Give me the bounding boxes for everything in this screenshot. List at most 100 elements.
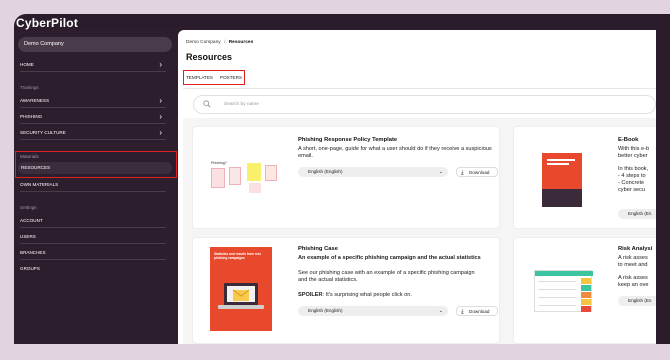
card-description-line: to meet and	[618, 262, 648, 268]
chevron-down-icon: ⌄	[438, 169, 443, 175]
sidebar-item-branches[interactable]: BRANCHES	[20, 246, 166, 260]
phishing-case-thumbnail: Statistics and results from real phishin…	[210, 247, 272, 331]
thumbnail-cell	[581, 299, 591, 305]
card-spoiler: SPOILER: It's surprising what people cli…	[298, 292, 498, 299]
thumbnail-cell	[581, 292, 591, 298]
laptop-envelope-icon	[218, 283, 264, 309]
spoiler-label: SPOILER	[298, 292, 323, 298]
thumbnail-line	[538, 289, 576, 290]
breadcrumb-parent[interactable]: Demo Company	[186, 40, 221, 45]
language-select-value: English (English)	[308, 308, 343, 313]
card-description-line: cyber secu	[618, 187, 646, 193]
sidebar-item-label: PHISHING	[20, 114, 43, 119]
chevron-right-icon: ›	[159, 96, 162, 105]
thumbnail-header	[535, 271, 593, 276]
resource-card-phishing-case: Statistics and results from real phishin…	[192, 237, 500, 344]
breadcrumb: Demo Company / Resources	[186, 40, 253, 45]
download-label: Download	[469, 170, 490, 175]
risk-analysis-thumbnail	[534, 270, 593, 312]
chevron-right-icon: ›	[159, 112, 162, 121]
card-title: Phishing Case	[298, 246, 338, 252]
resources-list: Phishing? Phishing Response Policy Templ…	[183, 118, 656, 344]
sidebar-item-own-materials[interactable]: OWN MATERIALS	[20, 178, 166, 192]
company-selector[interactable]: Demo Company	[18, 37, 172, 52]
ebook-thumbnail	[542, 153, 582, 207]
download-button[interactable]: ⤓ Download	[456, 167, 498, 177]
download-icon: ⤓	[461, 170, 464, 176]
app-logo: CyberPilot	[16, 16, 79, 30]
resource-card-ebook: E-Book With this e-b better cyber In thi…	[513, 126, 656, 229]
section-label-trainings: Trainings	[20, 85, 39, 90]
thumbnail-note	[247, 163, 261, 181]
language-select-value: English (En	[628, 298, 652, 303]
sidebar-item-groups[interactable]: GROUPS	[20, 262, 166, 276]
card-subtitle: An example of a specific phishing campai…	[298, 255, 481, 261]
language-select[interactable]: English (En	[618, 209, 656, 219]
thumbnail-cell	[581, 306, 591, 312]
thumbnail-page	[229, 167, 241, 185]
download-label: Download	[469, 309, 490, 314]
language-select-value: English (En	[628, 211, 652, 216]
thumbnail-page	[265, 165, 277, 181]
chevron-right-icon: ›	[159, 128, 162, 137]
tabs-divider	[183, 88, 656, 89]
sidebar-item-label: OWN MATERIALS	[20, 182, 59, 187]
thumbnail-image	[542, 189, 582, 207]
thumbnail-caption: Phishing?	[211, 161, 227, 165]
card-description-line: keep an ove	[618, 282, 649, 288]
thumbnail-text	[547, 163, 569, 165]
sidebar: Demo Company HOME › Trainings AWARENESS …	[14, 30, 178, 344]
section-label-settings: Settings	[20, 205, 37, 210]
resource-card-risk-analysis: Risk Analysi A risk asses to meet and A …	[513, 237, 656, 344]
download-icon: ⤓	[461, 309, 464, 315]
sidebar-item-phishing[interactable]: PHISHING ›	[20, 110, 166, 124]
breadcrumb-current: Resources	[228, 40, 254, 45]
language-select[interactable]: English (English) ⌄	[298, 167, 448, 177]
sidebar-item-awareness[interactable]: AWARENESS ›	[20, 94, 166, 108]
section-label-materials: Materials	[20, 154, 39, 159]
search-icon	[203, 100, 211, 108]
thumbnail-title: Statistics and results from real phishin…	[214, 252, 261, 260]
sidebar-item-label: BRANCHES	[20, 250, 46, 255]
card-description: See our phishing case with an example of…	[298, 270, 475, 284]
card-title: Risk Analysi	[618, 246, 653, 252]
thumbnail-line	[538, 281, 576, 282]
language-select[interactable]: English (English) ⌄	[298, 306, 448, 316]
card-description-line: better cyber	[618, 153, 648, 159]
sidebar-item-label: SECURITY CULTURE	[20, 130, 66, 135]
sidebar-item-resources[interactable]: RESOURCES	[18, 162, 172, 174]
sidebar-item-security-culture[interactable]: SECURITY CULTURE ›	[20, 126, 166, 140]
sidebar-item-users[interactable]: USERS	[20, 230, 166, 244]
thumbnail-text	[547, 159, 575, 161]
breadcrumb-separator: /	[224, 40, 226, 45]
language-select-value: English (English)	[308, 169, 343, 174]
search-input[interactable]: Search by name	[224, 102, 259, 107]
card-description: A short, one-page, guide for what a user…	[298, 146, 492, 160]
card-title: Phishing Response Policy Template	[298, 137, 398, 143]
page-title: Resources	[186, 52, 233, 62]
thumbnail-page	[211, 168, 225, 188]
sidebar-item-home[interactable]: HOME ›	[20, 58, 166, 72]
policy-template-thumbnail: Phishing?	[211, 161, 277, 195]
chevron-down-icon: ⌄	[438, 308, 443, 314]
card-title: E-Book	[618, 137, 639, 143]
language-select[interactable]: English (En	[618, 296, 656, 306]
search-bar[interactable]: Search by name	[193, 95, 656, 114]
download-button[interactable]: ⤓ Download	[456, 306, 498, 316]
chevron-right-icon: ›	[159, 60, 162, 69]
sidebar-item-label: GROUPS	[20, 266, 40, 271]
thumbnail-page	[249, 183, 261, 193]
thumbnail-cell	[581, 278, 591, 284]
sidebar-item-label: HOME	[20, 62, 34, 67]
spoiler-text: : It's surprising what people click on.	[322, 292, 412, 298]
thumbnail-line	[538, 305, 576, 306]
tab-templates[interactable]: TEMPLATES	[186, 75, 213, 80]
tab-posters[interactable]: POSTERS	[220, 75, 242, 80]
sidebar-item-label: USERS	[20, 234, 36, 239]
sidebar-item-label: ACCOUNT	[20, 218, 43, 223]
thumbnail-line	[538, 297, 576, 298]
main-content: Demo Company / Resources Resources TEMPL…	[178, 30, 656, 344]
sidebar-item-label: AWARENESS	[20, 98, 50, 103]
thumbnail-cell	[581, 285, 591, 291]
sidebar-item-account[interactable]: ACCOUNT	[20, 214, 166, 228]
